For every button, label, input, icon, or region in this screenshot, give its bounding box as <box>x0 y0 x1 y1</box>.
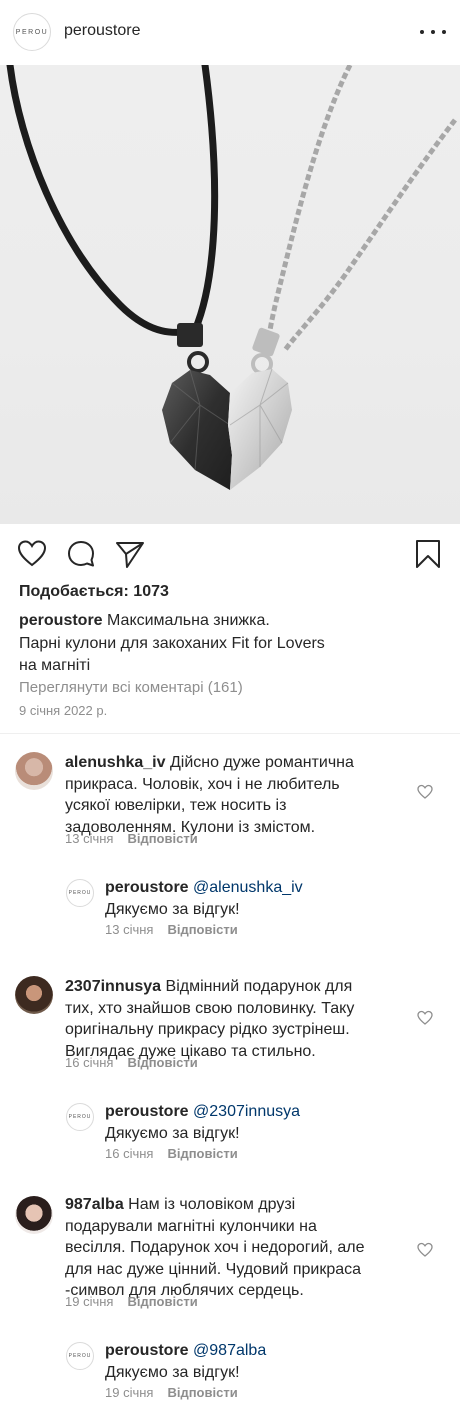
commenter-avatar[interactable] <box>15 1196 53 1234</box>
caption-line-1: Максимальна знижка. <box>107 612 270 629</box>
reply-meta: 13 січня Відповісти <box>105 922 238 937</box>
reply-button[interactable]: Відповісти <box>127 1055 197 1070</box>
heart-icon[interactable] <box>17 539 47 569</box>
comment-meta: 13 січня Відповісти <box>65 831 198 846</box>
reply-username[interactable]: peroustore <box>105 1342 189 1359</box>
reply-text: peroustore @2307innusya Дякуємо за відгу… <box>105 1103 301 1142</box>
caption-line-3: на магніті <box>19 657 91 674</box>
reply-mention[interactable]: @alenushka_iv <box>193 879 303 896</box>
comment-like-icon[interactable] <box>417 784 433 800</box>
commenter-avatar[interactable] <box>15 752 53 790</box>
comment-text: 987alba Нам із чоловіком друзі подарувал… <box>65 1196 365 1299</box>
reply-avatar[interactable]: PEROU <box>66 1103 94 1131</box>
reply-text: peroustore @987alba Дякуємо за відгук! <box>105 1342 267 1381</box>
reply-username[interactable]: peroustore <box>105 879 189 896</box>
reply-button[interactable]: Відповісти <box>127 831 197 846</box>
post-header: PEROU peroustore <box>0 0 460 64</box>
reply-text: peroustore @alenushka_iv Дякуємо за відг… <box>105 879 303 918</box>
reply-mention[interactable]: @987alba <box>193 1342 266 1359</box>
caption-line-2: Парні кулони для закоханих Fit for Lover… <box>19 634 325 652</box>
reply-meta: 19 січня Відповісти <box>105 1385 238 1400</box>
comment-username[interactable]: 987alba <box>65 1196 124 1213</box>
reply-avatar[interactable]: PEROU <box>66 879 94 907</box>
view-all-comments-link[interactable]: Переглянути всі коментарі (161) <box>19 679 243 696</box>
reply-mention[interactable]: @2307innusya <box>193 1103 300 1120</box>
comment-like-icon[interactable] <box>417 1242 433 1258</box>
pendants-illustration <box>6 65 457 490</box>
comment-meta: 19 січня Відповісти <box>65 1294 198 1309</box>
divider <box>0 733 460 734</box>
reply-username[interactable]: peroustore <box>105 1103 189 1120</box>
comment-like-icon[interactable] <box>417 1010 433 1026</box>
comment-username[interactable]: alenushka_iv <box>65 754 166 771</box>
post-date: 9 січня 2022 р. <box>19 703 108 718</box>
header-username[interactable]: peroustore <box>64 22 141 40</box>
profile-avatar[interactable]: PEROU <box>13 13 51 51</box>
reply-button[interactable]: Відповісти <box>167 922 237 937</box>
comment-date: 13 січня <box>65 831 114 846</box>
more-icon[interactable] <box>420 22 446 42</box>
paper-plane-icon[interactable] <box>115 539 145 569</box>
post-image[interactable] <box>0 65 460 524</box>
likes-count[interactable]: Подобається: 1073 <box>19 583 169 601</box>
comment-text: alenushka_iv Дійсно дуже романтична прик… <box>65 754 354 836</box>
action-bar <box>0 525 460 585</box>
comment-meta: 16 січня Відповісти <box>65 1055 198 1070</box>
post-caption: peroustore Максимальна знижка. Парні кул… <box>19 610 439 678</box>
reply-button[interactable]: Відповісти <box>167 1146 237 1161</box>
reply-meta: 16 січня Відповісти <box>105 1146 238 1161</box>
comment-text: 2307innusya Відмінний подарунок для тих,… <box>65 978 355 1060</box>
caption-username[interactable]: peroustore <box>19 612 103 629</box>
commenter-avatar[interactable] <box>15 976 53 1014</box>
reply-button[interactable]: Відповісти <box>167 1385 237 1400</box>
comment-icon[interactable] <box>66 539 96 569</box>
bookmark-icon[interactable] <box>413 539 443 569</box>
comment-username[interactable]: 2307innusya <box>65 978 161 995</box>
reply-avatar[interactable]: PEROU <box>66 1342 94 1370</box>
reply-button[interactable]: Відповісти <box>127 1294 197 1309</box>
